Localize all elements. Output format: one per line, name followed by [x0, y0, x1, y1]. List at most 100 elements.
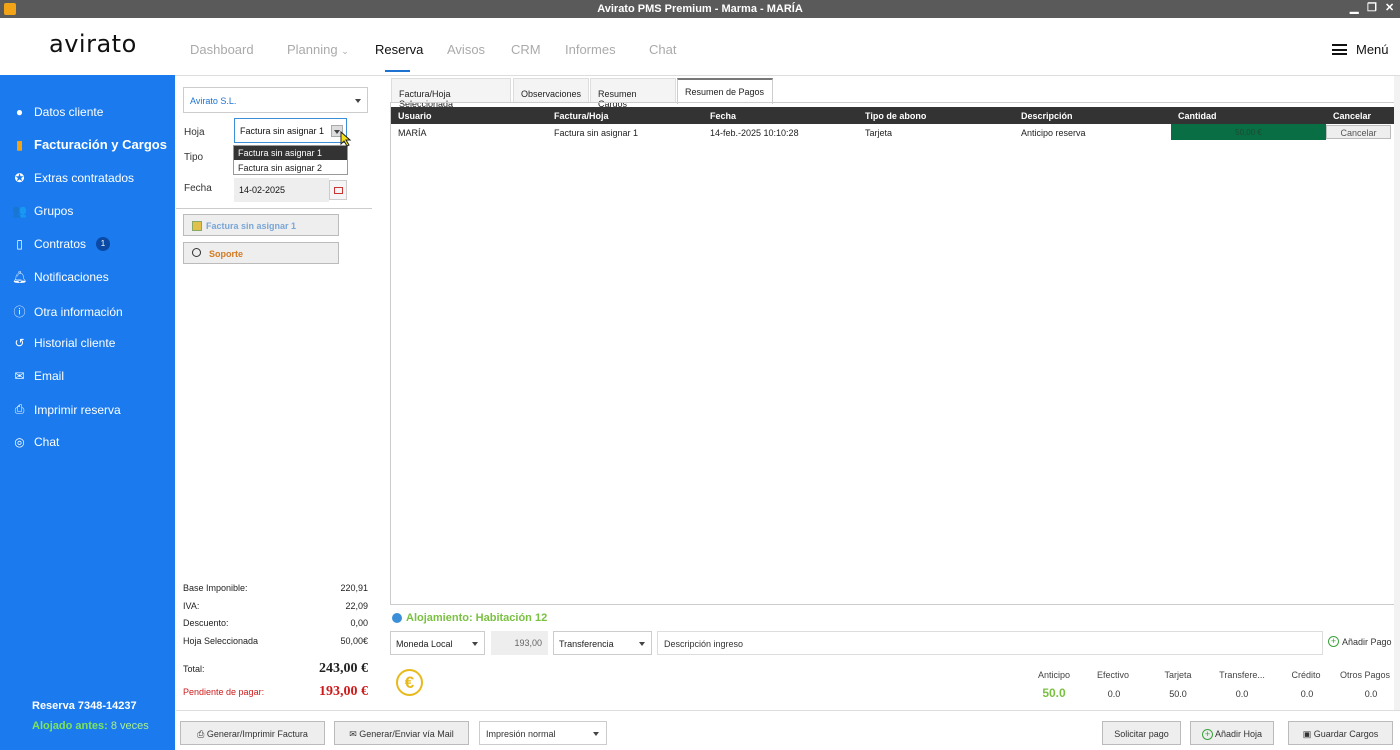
euro-icon: € [396, 669, 423, 696]
summary-descuento: Descuento: 0,00 [183, 618, 368, 628]
sidebar-item-contratos[interactable]: ▯ Contratos 1 [12, 237, 111, 251]
sidebar-item-chat[interactable]: ◎ Chat [12, 435, 59, 449]
generar-mail-label: Generar/Enviar vía Mail [359, 729, 454, 739]
avirato-logo[interactable]: avirato [49, 30, 137, 58]
tab-resumen-pagos[interactable]: Resumen de Pagos [677, 78, 773, 104]
pendiente-value: 193,00 € [319, 684, 368, 699]
sidebar-item-imprimir[interactable]: ⎙ Imprimir reserva [12, 402, 121, 417]
summary-base: Base Imponible: 220,91 [183, 583, 368, 593]
chevron-down-icon [593, 732, 599, 736]
sidebar-item-historial[interactable]: ↺ Historial cliente [12, 336, 115, 350]
stat-tarjeta-value: 50.0 [1169, 689, 1187, 699]
scrollbar[interactable] [1394, 76, 1400, 710]
base-label: Base Imponible: [183, 583, 248, 593]
stat-efectivo-value: 0.0 [1107, 689, 1121, 699]
solicitar-pago-button[interactable]: Solicitar pago [1102, 721, 1181, 745]
mail-icon: ✉ [14, 369, 25, 383]
alojamiento-label: Alojamiento: Habitación 12 [406, 612, 548, 624]
hoja-option[interactable]: Factura sin asignar 2 [234, 161, 347, 175]
total-label: Total: [183, 664, 205, 674]
nav-planning[interactable]: Planning ⌄ [287, 42, 349, 57]
cancel-payment-button[interactable]: Cancelar [1326, 125, 1391, 139]
alojado-antes: Alojado antes: 8 veces [32, 720, 149, 732]
add-pago-button[interactable]: + Añadir Pago [1328, 636, 1392, 647]
menu-button[interactable]: Menú [1332, 42, 1389, 57]
chevron-down-icon [639, 642, 645, 646]
cell-usuario: MARÍA [398, 128, 427, 138]
summary-total: Total: 243,00 € [183, 661, 368, 677]
stat-transfer-value: 0.0 [1235, 689, 1249, 699]
footer-divider [176, 710, 1400, 711]
col-cantidad: Cantidad [1178, 111, 1217, 121]
metodo-value: Transferencia [559, 639, 614, 649]
sidebar-item-email[interactable]: ✉ Email [12, 369, 64, 383]
sidebar-item-datos-cliente[interactable]: ● Datos cliente [12, 105, 104, 119]
stat-credito-value: 0.0 [1300, 689, 1314, 699]
amount-field[interactable]: 193,00 [491, 631, 548, 655]
hoja-option[interactable]: Factura sin asignar 1 [234, 146, 347, 160]
hamburger-icon [1332, 44, 1347, 55]
stat-otros-label: Otros Pagos [1339, 670, 1391, 680]
file-icon: ▮ [16, 137, 23, 152]
nav-informes[interactable]: Informes [565, 42, 616, 57]
sidebar-item-notificaciones[interactable]: 🔔︎ Notificaciones [12, 270, 109, 284]
sidebar-item-label: Grupos [34, 204, 74, 218]
invoice-icon [192, 221, 202, 231]
calendar-icon [334, 187, 343, 194]
col-fecha: Fecha [710, 111, 737, 121]
stat-efectivo-label: Efectivo [1096, 670, 1129, 680]
factura-button-label: Factura sin asignar 1 [206, 221, 297, 231]
calendar-button[interactable] [329, 180, 347, 200]
sidebar-item-grupos[interactable]: 👥 Grupos [12, 204, 73, 218]
window-title: Avirato PMS Premium - Marma - MARÍA [597, 3, 803, 15]
factura-button[interactable]: Factura sin asignar 1 [183, 214, 339, 236]
bell-icon: 🔔︎ [12, 270, 28, 284]
company-select[interactable]: Avirato S.L. [183, 87, 368, 113]
sidebar-item-label: Contratos [34, 237, 87, 251]
sidebar-item-extras[interactable]: ✪ Extras contratados [12, 171, 134, 185]
maximize-icon[interactable]: ❐ [1367, 0, 1377, 17]
cell-tipo: Tarjeta [865, 128, 893, 138]
window-titlebar: Avirato PMS Premium - Marma - MARÍA ▁ ❐ … [0, 0, 1400, 18]
chevron-down-icon: ⌄ [341, 46, 349, 56]
tab-factura-hoja[interactable]: Factura/Hoja Seleccionada [391, 78, 511, 109]
summary-pendiente: Pendiente de pagar: 193,00 € [183, 684, 368, 700]
whatsapp-icon: ◎ [14, 435, 25, 449]
pendiente-label: Pendiente de pagar: [183, 687, 265, 697]
moneda-value: Moneda Local [396, 639, 453, 649]
anadir-hoja-button[interactable]: + Añadir Hoja [1190, 721, 1274, 745]
tab-observaciones[interactable]: Observaciones [513, 78, 589, 102]
info-icon: ⓘ [13, 305, 26, 319]
close-icon[interactable]: ✕ [1385, 0, 1394, 17]
generar-imprimir-button[interactable]: ⎙ Generar/Imprimir Factura [180, 721, 325, 745]
hoja-select[interactable]: Factura sin asignar 1 [234, 118, 347, 143]
nav-chat[interactable]: Chat [649, 42, 676, 57]
menu-label: Menú [1356, 42, 1389, 57]
impresion-select[interactable]: Impresión normal [479, 721, 607, 745]
fecha-field[interactable]: 14-02-2025 [234, 178, 329, 202]
table-row[interactable]: MARÍA Factura sin asignar 1 14-feb.-2025… [391, 124, 1396, 140]
nav-dashboard[interactable]: Dashboard [190, 42, 254, 57]
sidebar-item-facturacion[interactable]: ▮ Facturación y Cargos [12, 137, 167, 152]
col-tipo: Tipo de abono [865, 111, 927, 121]
mouse-cursor-icon [340, 131, 352, 147]
nav-reserva[interactable]: Reserva [375, 42, 423, 57]
table-header: Usuario Factura/Hoja Fecha Tipo de abono… [391, 107, 1396, 124]
mail-icon: ✉ [349, 729, 360, 739]
descripcion-field[interactable]: Descripción ingreso [657, 631, 1323, 655]
generar-mail-button[interactable]: ✉ Generar/Enviar vía Mail [334, 721, 469, 745]
moneda-select[interactable]: Moneda Local [390, 631, 485, 655]
tab-resumen-cargos[interactable]: Resumen Cargos [590, 78, 676, 109]
sidebar-item-otra-informacion[interactable]: ⓘ Otra información [12, 303, 122, 320]
reserva-id: Reserva 7348-14237 [32, 700, 137, 712]
tipo-label: Tipo [184, 152, 204, 163]
nav-avisos[interactable]: Avisos [447, 42, 485, 57]
chevron-down-icon [472, 642, 478, 646]
sidebar-item-label: Email [34, 369, 65, 383]
nav-crm[interactable]: CRM [511, 42, 541, 57]
metodo-select[interactable]: Transferencia [553, 631, 652, 655]
minimize-icon[interactable]: ▁ [1350, 0, 1358, 17]
guardar-cargos-button[interactable]: ▣ Guardar Cargos [1288, 721, 1393, 745]
soporte-button[interactable]: Soporte [183, 242, 339, 264]
add-pago-label: Añadir Pago [1342, 636, 1392, 647]
